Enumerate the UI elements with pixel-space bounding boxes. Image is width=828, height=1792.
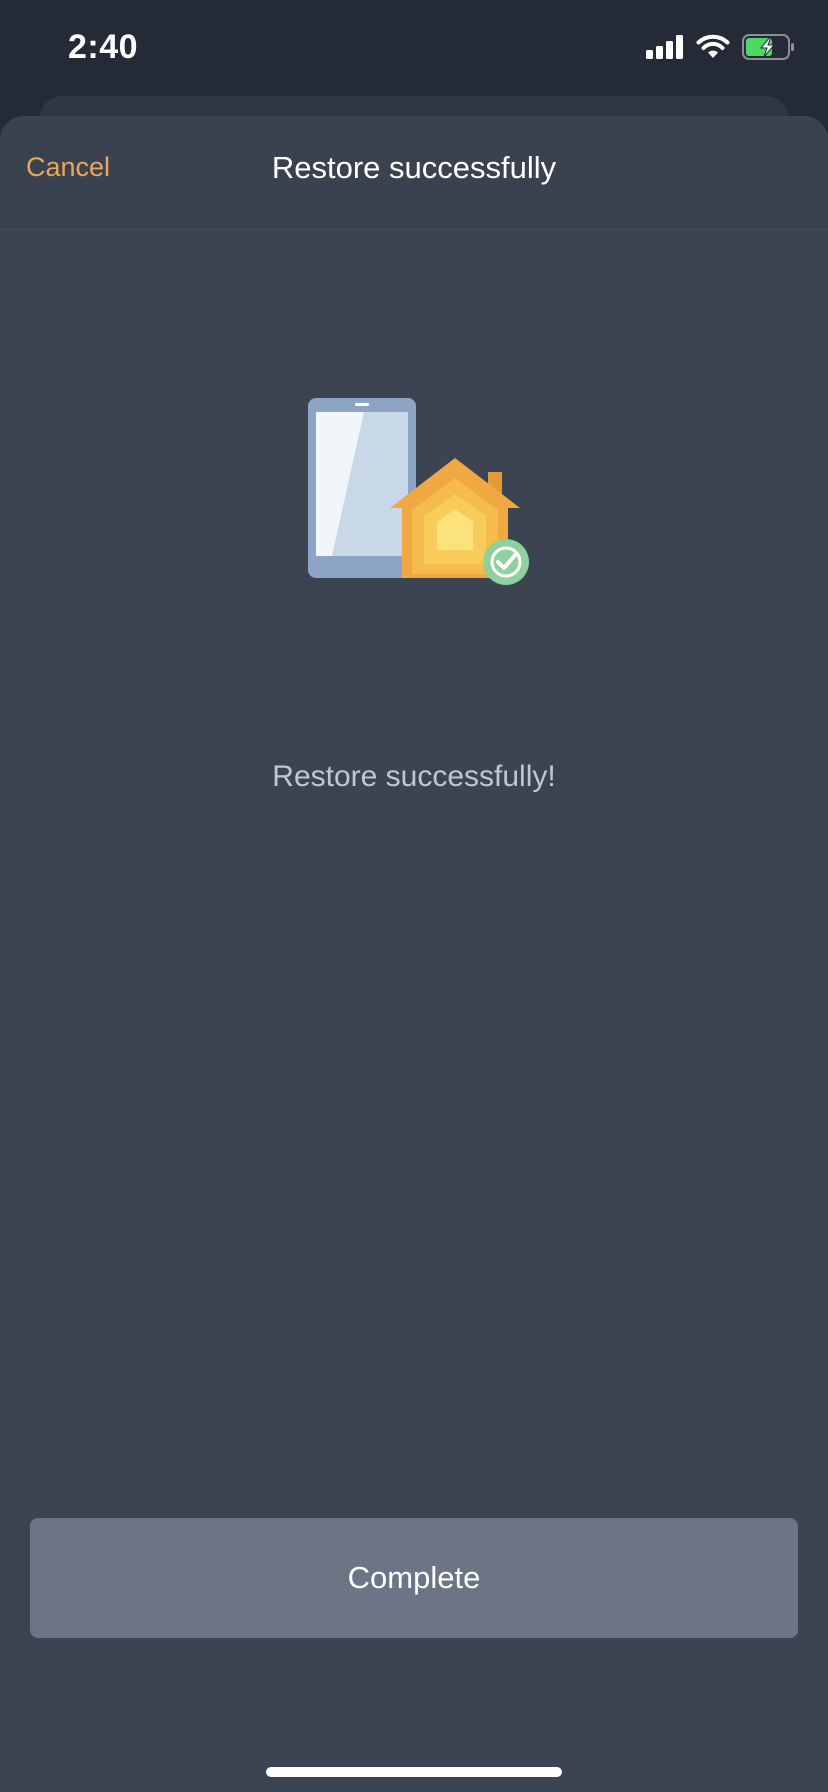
status-icons bbox=[646, 33, 796, 65]
navigation-bar: Cancel Restore successfully bbox=[0, 116, 828, 227]
battery-charging-icon bbox=[742, 33, 796, 65]
page-title: Restore successfully bbox=[271, 150, 557, 185]
restore-modal-sheet: Cancel Restore successfully Restore succ… bbox=[0, 116, 828, 1792]
status-time: 2:40 bbox=[68, 28, 139, 66]
cellular-signal-icon bbox=[646, 34, 684, 64]
status-bar: 2:40 bbox=[0, 0, 828, 96]
complete-button[interactable]: Complete bbox=[30, 1518, 798, 1638]
success-message: Restore successfully! bbox=[272, 760, 556, 793]
wifi-icon bbox=[696, 34, 730, 65]
phone-home-restore-icon bbox=[300, 398, 540, 608]
home-indicator[interactable] bbox=[266, 1767, 562, 1777]
